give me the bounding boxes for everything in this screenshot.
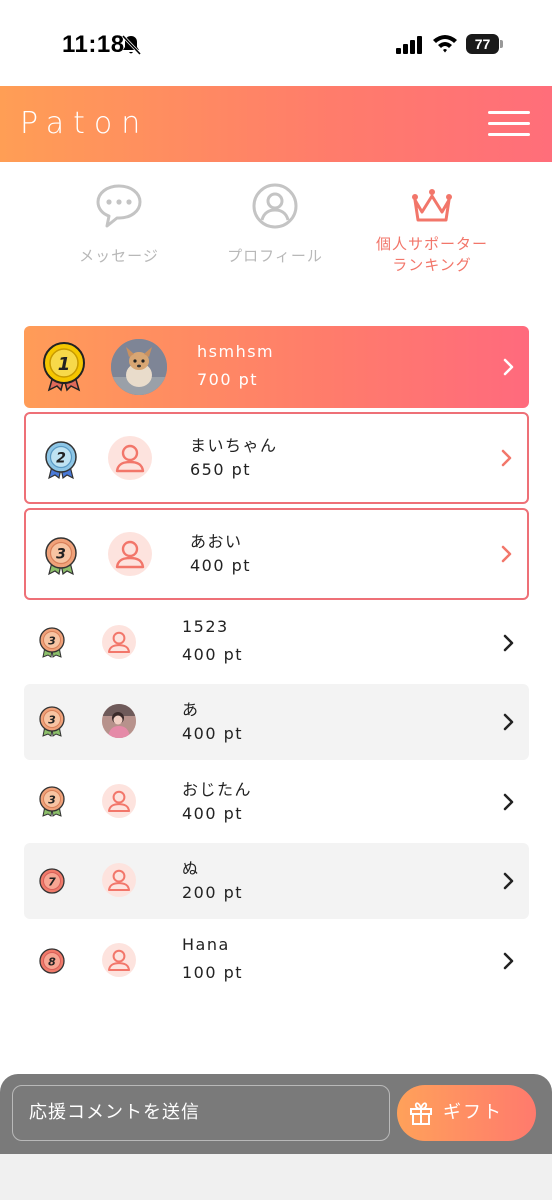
supporter-name: あおい xyxy=(190,532,243,551)
hamburger-menu-button[interactable] xyxy=(488,111,530,137)
medal-rank-text: 8 xyxy=(48,956,56,969)
status-bar: 11:18 77 xyxy=(0,0,552,86)
supporter-name: Hana xyxy=(182,935,230,954)
dog-photo-avatar xyxy=(111,339,167,395)
ranking-row-6[interactable]: 3 おじたん 400 pt xyxy=(24,764,529,840)
tab-ranking[interactable]: 個人サポーター ランキング xyxy=(357,162,507,292)
medal-rank-text: 3 xyxy=(56,547,66,563)
menu-line-icon xyxy=(488,122,530,125)
chevron-right-icon xyxy=(503,952,514,970)
status-time: 11:18 xyxy=(62,31,125,58)
ranking-row-5[interactable]: 3 あ 400 pt xyxy=(24,684,529,760)
chevron-right-icon xyxy=(503,793,514,811)
bronze-medal-icon: 3 xyxy=(39,706,65,737)
bronze-medal-icon: 3 xyxy=(45,537,77,576)
supporter-points: 400 pt xyxy=(182,724,244,743)
supporter-points: 700 pt xyxy=(197,370,259,389)
tab-bar: メッセージ プロフィール 個人サポーター ランキング xyxy=(0,162,552,292)
person-photo-icon xyxy=(102,704,136,738)
crown-icon xyxy=(412,189,452,222)
tab-ranking-label: 個人サポーター ランキング xyxy=(357,234,507,276)
battery-level: 77 xyxy=(474,36,491,52)
supporter-points: 400 pt xyxy=(182,645,244,664)
supporter-points: 400 pt xyxy=(190,556,252,575)
bottom-nav-strip xyxy=(0,1154,552,1200)
bronze-medal-icon: 3 xyxy=(39,786,65,817)
chevron-right-icon xyxy=(503,713,514,731)
supporter-points: 650 pt xyxy=(190,460,252,479)
medal-rank-text: 3 xyxy=(48,794,56,807)
menu-line-icon xyxy=(488,111,530,114)
ranking-row-3[interactable]: 3 あおい 400 pt xyxy=(24,508,529,600)
default-avatar xyxy=(102,784,136,818)
medal-rank-text: 2 xyxy=(56,451,66,467)
ranking-row-8[interactable]: 8 Hana 100 pt xyxy=(24,923,529,999)
bell-muted-icon xyxy=(121,34,142,56)
default-avatar xyxy=(102,943,136,977)
rank-badge-icon: 7 xyxy=(39,868,65,894)
app-logo[interactable]: Paton xyxy=(20,106,149,141)
tab-profile-label: プロフィール xyxy=(227,247,323,265)
comment-input[interactable]: 応援コメントを送信 xyxy=(12,1085,390,1141)
chevron-right-icon xyxy=(503,872,514,890)
tab-messages-label: メッセージ xyxy=(79,247,159,265)
gift-icon xyxy=(410,1102,432,1125)
battery-indicator: 77 xyxy=(466,34,503,54)
user-icon xyxy=(107,790,131,813)
ranking-row-2[interactable]: 2 まいちゃん 650 pt xyxy=(24,412,529,504)
tab-messages[interactable]: メッセージ xyxy=(44,162,194,292)
user-icon xyxy=(115,540,145,569)
user-icon xyxy=(107,949,131,972)
default-avatar xyxy=(102,625,136,659)
gift-button[interactable]: ギフト xyxy=(397,1085,536,1141)
tab-profile[interactable]: プロフィール xyxy=(200,162,350,292)
ranking-row-7[interactable]: 7 ぬ 200 pt xyxy=(24,843,529,919)
chevron-right-icon xyxy=(501,449,512,467)
supporter-name: あ xyxy=(182,700,200,719)
gold-medal-icon: 1 xyxy=(43,342,85,392)
default-avatar xyxy=(108,532,152,576)
supporter-points: 400 pt xyxy=(182,804,244,823)
tab-ranking-label-line1: 個人サポーター xyxy=(375,235,488,253)
default-avatar xyxy=(102,863,136,897)
medal-rank-text: 3 xyxy=(48,714,56,727)
default-avatar xyxy=(108,436,152,480)
supporter-name: hsmhsm xyxy=(197,342,275,361)
user-icon xyxy=(107,869,131,892)
cellular-signal-icon xyxy=(396,36,422,54)
user-icon xyxy=(107,631,131,654)
supporter-name: おじたん xyxy=(182,780,253,799)
tab-ranking-label-line2: ランキング xyxy=(392,256,472,274)
user-icon xyxy=(115,444,145,473)
medal-rank-text: 1 xyxy=(58,354,71,375)
medal-rank-text: 3 xyxy=(48,635,56,648)
profile-icon xyxy=(252,183,298,229)
comment-bar: 応援コメントを送信 ギフト xyxy=(0,1074,552,1154)
app-header: Paton xyxy=(0,86,552,162)
chevron-right-icon xyxy=(503,634,514,652)
gift-label: ギフト xyxy=(443,1102,503,1123)
ranking-row-4[interactable]: 3 1523 400 pt xyxy=(24,605,529,681)
wifi-icon xyxy=(433,35,457,53)
supporter-name: まいちゃん xyxy=(190,436,278,455)
silver-medal-icon: 2 xyxy=(45,441,77,480)
supporter-name: ぬ xyxy=(182,859,200,878)
person-photo-avatar xyxy=(102,704,136,738)
chevron-right-icon xyxy=(503,358,514,376)
chevron-right-icon xyxy=(501,545,512,563)
supporter-name: 1523 xyxy=(182,617,229,636)
rank-badge-icon: 8 xyxy=(39,948,65,974)
supporter-points: 100 pt xyxy=(182,963,244,982)
chat-bubble-icon xyxy=(96,184,142,228)
supporter-points: 200 pt xyxy=(182,883,244,902)
menu-line-icon xyxy=(488,133,530,136)
ranking-row-1[interactable]: 1 hsmhsm 700 pt xyxy=(24,326,529,408)
dog-photo-icon xyxy=(111,339,167,395)
medal-rank-text: 7 xyxy=(48,876,56,889)
bronze-medal-icon: 3 xyxy=(39,627,65,658)
